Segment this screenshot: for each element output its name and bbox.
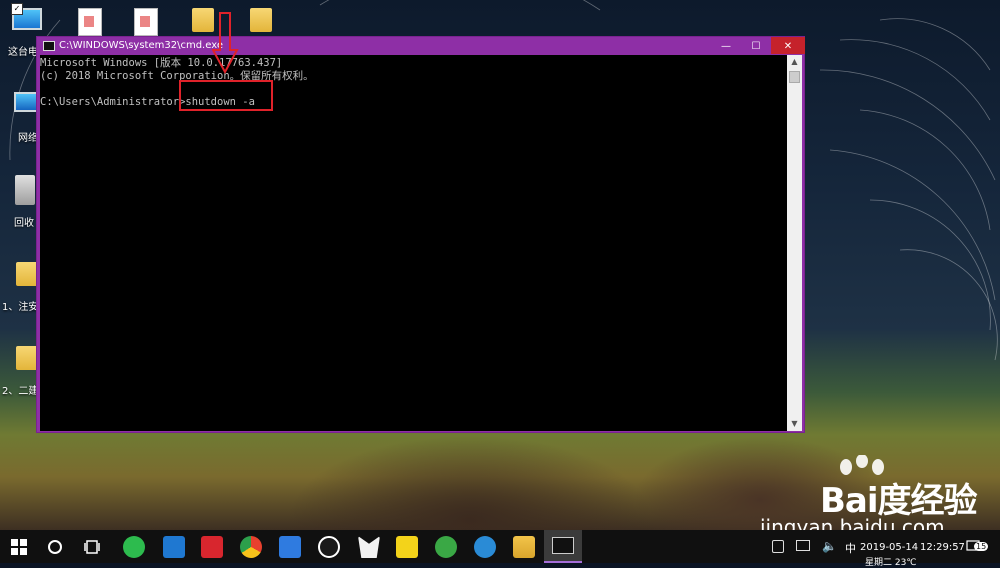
qq-icon[interactable]: [318, 536, 340, 558]
scroll-down-arrow-icon[interactable]: ▼: [787, 417, 802, 431]
fox-icon[interactable]: [358, 536, 380, 558]
document-icon[interactable]: [134, 8, 158, 36]
ie-icon[interactable]: [474, 536, 496, 558]
desktop-icon-label: 2、二建: [2, 386, 39, 397]
ime-indicator[interactable]: 中: [845, 540, 856, 556]
recycle-bin-icon: [15, 175, 35, 205]
folder-icon[interactable]: [250, 8, 272, 32]
task-view-icon[interactable]: [84, 538, 102, 556]
checkbox-icon[interactable]: ✓: [11, 3, 23, 15]
baidu-netdisk-icon[interactable]: [279, 536, 301, 558]
ithome-icon[interactable]: [201, 536, 223, 558]
weather-text: 星期二 23℃: [865, 558, 917, 568]
cmd-window-icon: [43, 41, 55, 51]
cortana-search-icon[interactable]: [46, 538, 64, 556]
taskbar-cmd-button[interactable]: [544, 530, 582, 563]
scroll-thumb[interactable]: [789, 71, 800, 83]
console-output[interactable]: Microsoft Windows [版本 10.0.17763.437] (c…: [40, 55, 787, 431]
folder-icon: [16, 262, 38, 286]
notification-count-badge: 15: [974, 542, 989, 551]
maximize-button[interactable]: ☐: [741, 37, 771, 54]
desktop-icon-label: 回收: [14, 218, 34, 229]
folder-icon[interactable]: [192, 8, 214, 32]
notes-icon[interactable]: [396, 536, 418, 558]
volume-icon[interactable]: 🔈: [822, 539, 837, 553]
cmd-icon: [552, 537, 574, 554]
windows-start-icon[interactable]: [10, 538, 28, 556]
desktop-icon-label: 这台电: [8, 47, 38, 58]
close-icon: ✕: [783, 41, 793, 52]
title-bar[interactable]: C:\WINDOWS\system32\cmd.exe — ☐ ✕: [37, 37, 805, 55]
outlook-icon[interactable]: [163, 536, 185, 558]
close-button[interactable]: ✕: [771, 37, 805, 54]
desktop-icon-label: 网络: [18, 133, 38, 144]
console-line: Microsoft Windows [版本 10.0.17763.437]: [40, 57, 283, 69]
clock-date[interactable]: 2019-05-14: [860, 542, 918, 553]
minimize-button[interactable]: —: [711, 37, 741, 54]
chrome-icon[interactable]: [240, 536, 262, 558]
taskbar: 🔈 中 2019-05-14 12:29:57 星期二 23℃ 15: [0, 530, 1000, 568]
network-tray-icon[interactable]: [796, 540, 810, 551]
document-icon[interactable]: [78, 8, 102, 36]
clock-time[interactable]: 12:29:57: [920, 542, 965, 553]
maximize-icon: ☐: [751, 41, 761, 52]
wechat-icon[interactable]: [123, 536, 145, 558]
highlight-box: [179, 80, 273, 111]
desktop-icon-label: 1、注安: [2, 302, 39, 313]
vertical-scrollbar[interactable]: ▲ ▼: [787, 55, 802, 431]
window-title: C:\WINDOWS\system32\cmd.exe: [59, 40, 223, 51]
360-browser-icon[interactable]: [435, 536, 457, 558]
minimize-icon: —: [721, 41, 731, 52]
red-down-arrow-icon: [212, 12, 239, 74]
scroll-up-arrow-icon[interactable]: ▲: [787, 55, 802, 69]
tray-security-icon[interactable]: [772, 540, 784, 553]
action-center-button[interactable]: 15: [966, 538, 990, 556]
file-explorer-icon[interactable]: [513, 536, 535, 558]
cmd-window[interactable]: C:\WINDOWS\system32\cmd.exe — ☐ ✕ Micros…: [36, 36, 805, 433]
folder-icon: [16, 346, 38, 370]
